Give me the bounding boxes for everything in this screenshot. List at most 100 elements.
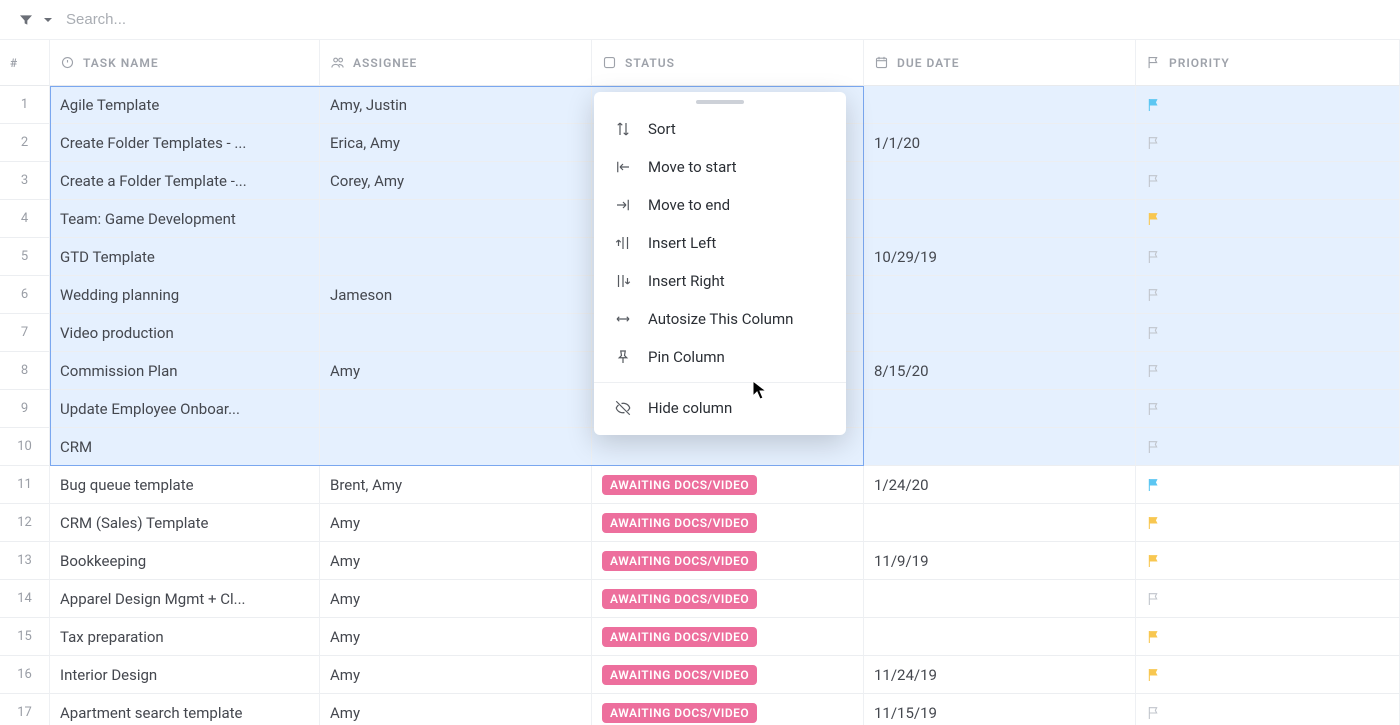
cell-priority[interactable] xyxy=(1136,162,1400,200)
cell-task[interactable]: Bug queue template xyxy=(50,466,320,504)
cell-due[interactable]: 11/9/19 xyxy=(864,542,1136,580)
cell-priority[interactable] xyxy=(1136,504,1400,542)
cell-assignee[interactable] xyxy=(320,314,592,352)
table-row[interactable]: 12 CRM (Sales) Template Amy AWAITING DOC… xyxy=(0,504,1400,542)
cell-assignee[interactable]: Amy xyxy=(320,580,592,618)
menu-insert-right[interactable]: Insert Right xyxy=(594,262,846,300)
cell-status[interactable]: AWAITING DOCS/VIDEO xyxy=(592,504,864,542)
cell-task[interactable]: Video production xyxy=(50,314,320,352)
cell-task[interactable]: Apartment search template xyxy=(50,694,320,725)
cell-assignee[interactable] xyxy=(320,428,592,466)
cell-task[interactable]: Tax preparation xyxy=(50,618,320,656)
menu-insert-left[interactable]: Insert Left xyxy=(594,224,846,262)
cell-due[interactable] xyxy=(864,162,1136,200)
table-row[interactable]: 17 Apartment search template Amy AWAITIN… xyxy=(0,694,1400,725)
cell-priority[interactable] xyxy=(1136,618,1400,656)
cell-priority[interactable] xyxy=(1136,694,1400,725)
cell-priority[interactable] xyxy=(1136,580,1400,618)
cell-priority[interactable] xyxy=(1136,656,1400,694)
cell-due[interactable] xyxy=(864,428,1136,466)
cell-priority[interactable] xyxy=(1136,200,1400,238)
cell-task[interactable]: Bookkeeping xyxy=(50,542,320,580)
cell-priority[interactable] xyxy=(1136,428,1400,466)
cell-due[interactable] xyxy=(864,314,1136,352)
cell-due[interactable] xyxy=(864,504,1136,542)
header-assignee[interactable]: ASSIGNEE xyxy=(320,40,592,86)
cell-task[interactable]: Apparel Design Mgmt + Cl... xyxy=(50,580,320,618)
cell-due[interactable] xyxy=(864,200,1136,238)
cell-task[interactable]: Agile Template xyxy=(50,86,320,124)
cell-task[interactable]: GTD Template xyxy=(50,238,320,276)
menu-autosize[interactable]: Autosize This Column xyxy=(594,300,846,338)
cell-task[interactable]: Interior Design xyxy=(50,656,320,694)
cell-task[interactable]: Create Folder Templates - ... xyxy=(50,124,320,162)
cell-task[interactable]: Create a Folder Template -... xyxy=(50,162,320,200)
header-number[interactable]: # xyxy=(0,40,50,86)
table-row[interactable]: 14 Apparel Design Mgmt + Cl... Amy AWAIT… xyxy=(0,580,1400,618)
cell-assignee[interactable] xyxy=(320,200,592,238)
cell-priority[interactable] xyxy=(1136,124,1400,162)
cell-priority[interactable] xyxy=(1136,86,1400,124)
cell-assignee[interactable]: Amy xyxy=(320,542,592,580)
table-row[interactable]: 11 Bug queue template Brent, Amy AWAITIN… xyxy=(0,466,1400,504)
cell-priority[interactable] xyxy=(1136,238,1400,276)
cell-assignee[interactable] xyxy=(320,390,592,428)
menu-drag-handle[interactable] xyxy=(696,100,744,104)
cell-due[interactable] xyxy=(864,276,1136,314)
cell-status[interactable]: AWAITING DOCS/VIDEO xyxy=(592,656,864,694)
cell-task[interactable]: Team: Game Development xyxy=(50,200,320,238)
cell-assignee[interactable]: Brent, Amy xyxy=(320,466,592,504)
cell-due[interactable] xyxy=(864,580,1136,618)
cell-due[interactable] xyxy=(864,390,1136,428)
cell-priority[interactable] xyxy=(1136,466,1400,504)
cell-assignee[interactable]: Amy xyxy=(320,504,592,542)
cell-assignee[interactable]: Amy xyxy=(320,656,592,694)
cell-priority[interactable] xyxy=(1136,314,1400,352)
cell-priority[interactable] xyxy=(1136,276,1400,314)
cell-status[interactable]: AWAITING DOCS/VIDEO xyxy=(592,694,864,725)
header-status[interactable]: STATUS xyxy=(592,40,864,86)
menu-move-end[interactable]: Move to end xyxy=(594,186,846,224)
cell-status[interactable]: AWAITING DOCS/VIDEO xyxy=(592,618,864,656)
cell-priority[interactable] xyxy=(1136,542,1400,580)
cell-assignee[interactable]: Jameson xyxy=(320,276,592,314)
cell-task[interactable]: Update Employee Onboar... xyxy=(50,390,320,428)
cell-due[interactable]: 11/15/19 xyxy=(864,694,1136,725)
cell-priority[interactable] xyxy=(1136,352,1400,390)
cell-task[interactable]: Wedding planning xyxy=(50,276,320,314)
header-due[interactable]: DUE DATE xyxy=(864,40,1136,86)
cell-due[interactable]: 1/1/20 xyxy=(864,124,1136,162)
menu-sort[interactable]: Sort xyxy=(594,110,846,148)
menu-label: Insert Left xyxy=(648,234,716,252)
search-input[interactable] xyxy=(66,11,1382,28)
cell-due[interactable]: 10/29/19 xyxy=(864,238,1136,276)
cell-assignee[interactable]: Amy xyxy=(320,694,592,725)
table-row[interactable]: 15 Tax preparation Amy AWAITING DOCS/VID… xyxy=(0,618,1400,656)
menu-move-start[interactable]: Move to start xyxy=(594,148,846,186)
cell-due[interactable]: 8/15/20 xyxy=(864,352,1136,390)
cell-due[interactable]: 11/24/19 xyxy=(864,656,1136,694)
cell-assignee[interactable] xyxy=(320,238,592,276)
cell-task[interactable]: CRM xyxy=(50,428,320,466)
cell-task[interactable]: Commission Plan xyxy=(50,352,320,390)
menu-hide[interactable]: Hide column xyxy=(594,389,846,427)
header-task[interactable]: TASK NAME xyxy=(50,40,320,86)
cell-status[interactable]: AWAITING DOCS/VIDEO xyxy=(592,466,864,504)
cell-due[interactable]: 1/24/20 xyxy=(864,466,1136,504)
filter-button[interactable] xyxy=(18,12,56,28)
cell-due[interactable] xyxy=(864,618,1136,656)
cell-due[interactable] xyxy=(864,86,1136,124)
cell-priority[interactable] xyxy=(1136,390,1400,428)
table-row[interactable]: 16 Interior Design Amy AWAITING DOCS/VID… xyxy=(0,656,1400,694)
cell-assignee[interactable]: Amy, Justin xyxy=(320,86,592,124)
menu-pin[interactable]: Pin Column xyxy=(594,338,846,376)
cell-status[interactable]: AWAITING DOCS/VIDEO xyxy=(592,542,864,580)
header-priority[interactable]: PRIORITY xyxy=(1136,40,1400,86)
cell-assignee[interactable]: Amy xyxy=(320,352,592,390)
cell-assignee[interactable]: Erica, Amy xyxy=(320,124,592,162)
cell-status[interactable]: AWAITING DOCS/VIDEO xyxy=(592,580,864,618)
cell-assignee[interactable]: Corey, Amy xyxy=(320,162,592,200)
cell-task[interactable]: CRM (Sales) Template xyxy=(50,504,320,542)
cell-assignee[interactable]: Amy xyxy=(320,618,592,656)
table-row[interactable]: 13 Bookkeeping Amy AWAITING DOCS/VIDEO 1… xyxy=(0,542,1400,580)
